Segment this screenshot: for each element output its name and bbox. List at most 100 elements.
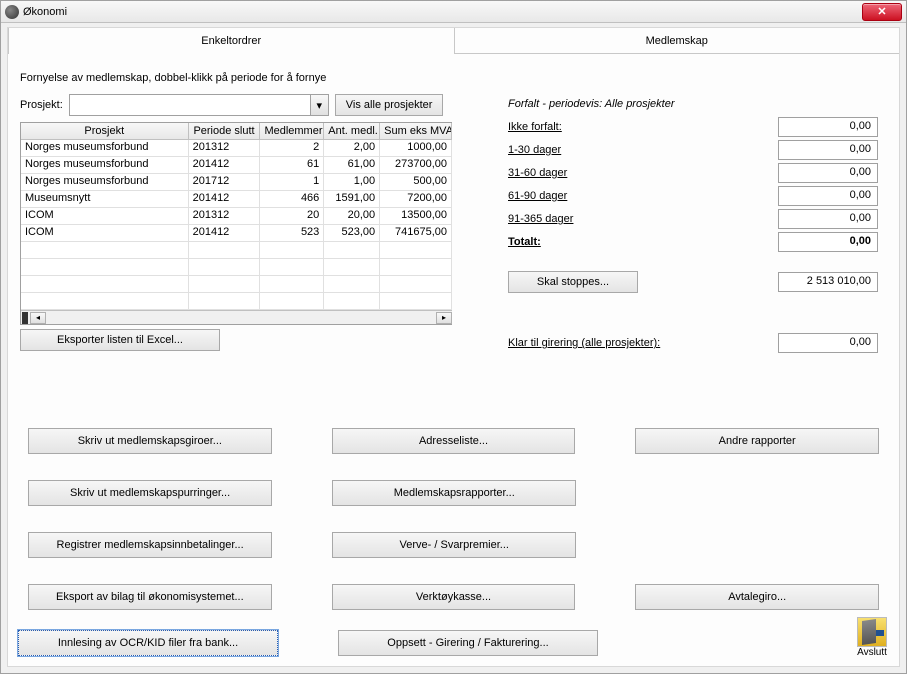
table-cell: 2: [260, 140, 324, 156]
button-label: Vis alle prosjekter: [346, 99, 433, 111]
oppsett-button[interactable]: Oppsett - Girering / Fakturering...: [338, 630, 598, 656]
button-label: Skriv ut medlemskapsgiroer...: [78, 435, 222, 447]
table-row[interactable]: Norges museumsforbund2014126161,00273700…: [21, 157, 452, 174]
skal-stoppes-row: Skal stoppes... 2 513 010,00: [508, 271, 878, 293]
girering-label: Klar til girering (alle prosjekter):: [508, 337, 660, 349]
table-row[interactable]: ICOM201412523523,00741675,00: [21, 225, 452, 242]
table-cell: [189, 293, 261, 309]
close-button[interactable]: ✕: [862, 3, 902, 21]
scroll-left-button[interactable]: ◂: [30, 312, 46, 324]
table-cell: 523: [260, 225, 324, 241]
print-giro-button[interactable]: Skriv ut medlemskapsgiroer...: [28, 428, 272, 454]
registrer-innbetalinger-button[interactable]: Registrer medlemskapsinnbetalinger...: [28, 532, 272, 558]
table-row[interactable]: Norges museumsforbund20171211,00500,00: [21, 174, 452, 191]
action-buttons: Skriv ut medlemskapsgiroer... Adresselis…: [28, 428, 879, 636]
forfalt-label[interactable]: 31-60 dager: [508, 167, 658, 179]
table-cell: 1000,00: [380, 140, 452, 156]
skal-stoppes-value: 2 513 010,00: [778, 272, 878, 292]
forfalt-label[interactable]: 61-90 dager: [508, 190, 658, 202]
table-cell: 500,00: [380, 174, 452, 190]
forfalt-label[interactable]: 1-30 dager: [508, 144, 658, 156]
table-row[interactable]: [21, 276, 452, 293]
andre-rapporter-button[interactable]: Andre rapporter: [635, 428, 879, 454]
project-select[interactable]: ▾: [69, 94, 329, 116]
export-excel-button[interactable]: Eksporter listen til Excel...: [20, 329, 220, 351]
tab-medlemskap[interactable]: Medlemskap: [455, 28, 900, 54]
button-label: Registrer medlemskapsinnbetalinger...: [57, 539, 244, 551]
scroll-right-button[interactable]: ▸: [436, 312, 452, 324]
project-label: Prosjekt:: [20, 99, 63, 111]
total-label: Totalt:: [508, 236, 658, 248]
app-window: Økonomi ✕ Enkeltordrer Medlemskap Fornye…: [0, 0, 907, 674]
table-cell: 13500,00: [380, 208, 452, 224]
table-cell: [21, 276, 189, 292]
table-cell: [380, 259, 452, 275]
forfalt-row: 31-60 dager 0,00: [508, 162, 878, 184]
tab-enkeltordrer[interactable]: Enkeltordrer: [8, 28, 455, 54]
table-row[interactable]: [21, 293, 452, 310]
table-cell: ICOM: [21, 208, 189, 224]
tab-label: Enkeltordrer: [201, 35, 261, 47]
col-sum[interactable]: Sum eks MVA: [380, 123, 452, 139]
button-label: Skriv ut medlemskapspurringer...: [70, 487, 230, 499]
medlemskapsrapporter-button[interactable]: Medlemskapsrapporter...: [332, 480, 576, 506]
bottom-row: Innlesing av OCR/KID filer fra bank... O…: [18, 630, 889, 656]
button-label: Skal stoppes...: [537, 276, 609, 288]
print-purringer-button[interactable]: Skriv ut medlemskapspurringer...: [28, 480, 272, 506]
col-antmedl[interactable]: Ant. medl.: [324, 123, 380, 139]
table-cell: [260, 242, 324, 258]
table-cell: [260, 276, 324, 292]
avtalegiro-button[interactable]: Avtalegiro...: [635, 584, 879, 610]
forfalt-value: 0,00: [778, 163, 878, 183]
table-row[interactable]: [21, 259, 452, 276]
table-cell: [189, 242, 261, 258]
col-prosjekt[interactable]: Prosjekt: [21, 123, 189, 139]
eksport-bilag-button[interactable]: Eksport av bilag til økonomisystemet...: [28, 584, 272, 610]
table-cell: [260, 259, 324, 275]
tab-label: Medlemskap: [646, 35, 708, 47]
exit-button[interactable]: Avslutt: [857, 617, 887, 658]
forfalt-label[interactable]: Ikke forfalt:: [508, 121, 658, 133]
col-periode[interactable]: Periode slutt: [189, 123, 261, 139]
table-cell: Museumsnytt: [21, 191, 189, 207]
verve-svarpremier-button[interactable]: Verve- / Svarpremier...: [332, 532, 576, 558]
table-cell: 201412: [189, 225, 261, 241]
button-label: Oppsett - Girering / Fakturering...: [387, 637, 548, 649]
table-row[interactable]: Museumsnytt2014124661591,007200,00: [21, 191, 452, 208]
forfalt-total-row: Totalt: 0,00: [508, 231, 878, 253]
close-icon: ✕: [877, 5, 886, 18]
verktoykasse-button[interactable]: Verktøykasse...: [332, 584, 576, 610]
forfalt-row: 1-30 dager0,00: [508, 139, 878, 161]
table-cell: 1: [260, 174, 324, 190]
table-cell: 201712: [189, 174, 261, 190]
window-title: Økonomi: [23, 6, 862, 18]
table-cell: 273700,00: [380, 157, 452, 173]
forfalt-panel: Forfalt - periodevis: Alle prosjekter Ik…: [508, 98, 878, 353]
ocr-kid-button[interactable]: Innlesing av OCR/KID filer fra bank...: [18, 630, 278, 656]
table-cell: [380, 293, 452, 309]
forfalt-value: 0,00: [778, 209, 878, 229]
grid-scrollbar[interactable]: ◂ ▸: [21, 310, 452, 324]
skal-stoppes-button[interactable]: Skal stoppes...: [508, 271, 638, 293]
table-cell: 2,00: [324, 140, 380, 156]
table-row[interactable]: ICOM2013122020,0013500,00: [21, 208, 452, 225]
table-cell: Norges museumsforbund: [21, 174, 189, 190]
dropdown-button[interactable]: ▾: [310, 95, 328, 115]
table-cell: [324, 293, 380, 309]
table-cell: [189, 276, 261, 292]
table-row[interactable]: Norges museumsforbund20131222,001000,00: [21, 140, 452, 157]
adresseliste-button[interactable]: Adresseliste...: [332, 428, 576, 454]
tab-row: Enkeltordrer Medlemskap: [8, 28, 899, 54]
col-medlemmer[interactable]: Medlemmer: [260, 123, 324, 139]
forfalt-row: 61-90 dager0,00: [508, 185, 878, 207]
table-cell: 1591,00: [324, 191, 380, 207]
table-cell: [380, 242, 452, 258]
forfalt-label[interactable]: 91-365 dager: [508, 213, 658, 225]
table-row[interactable]: [21, 242, 452, 259]
table-cell: 466: [260, 191, 324, 207]
exit-icon: [857, 617, 887, 647]
table-cell: 20,00: [324, 208, 380, 224]
projects-grid[interactable]: Prosjekt Periode slutt Medlemmer Ant. me…: [20, 122, 452, 325]
forfalt-row: Ikke forfalt:0,00: [508, 116, 878, 138]
show-all-projects-button[interactable]: Vis alle prosjekter: [335, 94, 444, 116]
